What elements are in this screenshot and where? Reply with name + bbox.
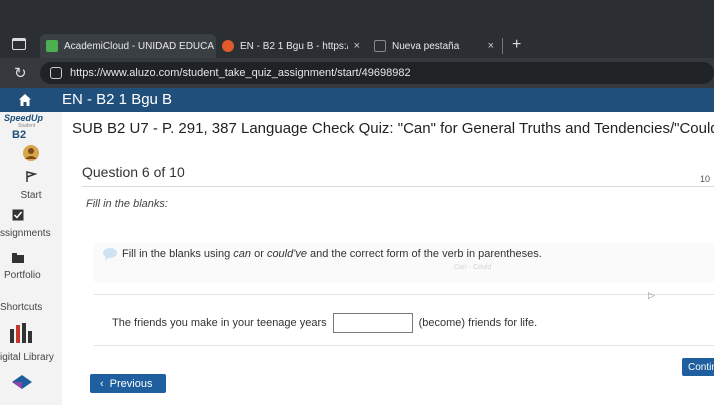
sentence-before: The friends you make in your teenage yea… [112, 317, 327, 329]
directions-text: Fill in the blanks using can or could've… [122, 248, 542, 260]
site-favicon-icon [222, 40, 234, 52]
sidebar-item-assignments[interactable]: ssignments [0, 208, 62, 239]
close-tab-icon[interactable]: × [482, 40, 494, 52]
tab-title: Nueva pestaña [392, 40, 460, 52]
sidebar-item-label: Shortcuts [0, 302, 43, 313]
new-tab-favicon-icon [374, 40, 386, 52]
chevron-left-icon: ‹ [100, 377, 104, 390]
url-text: https://www.aluzo.com/student_take_quiz_… [70, 67, 411, 79]
course-title: EN - B2 1 Bgu B [62, 91, 173, 108]
watermark-text: Can - Could [454, 264, 492, 271]
sidebar-item-start[interactable]: Start [0, 170, 62, 201]
app-header: EN - B2 1 Bgu B [0, 88, 714, 112]
directions-couldve: could've [266, 248, 307, 260]
instruction-text: Fill in the blanks: [86, 198, 168, 210]
logo-level: B2 [12, 129, 27, 141]
directions-or: or [251, 248, 267, 260]
quiz-title: SUB B2 U7 - P. 291, 387 Language Check Q… [72, 120, 714, 137]
tab-separator [502, 38, 503, 54]
previous-button[interactable]: ‹ Previous [90, 374, 166, 393]
previous-label: Previous [109, 377, 153, 390]
browser-tab-en-b2[interactable]: EN - B2 1 Bgu B - https://www.alu × [216, 34, 366, 58]
sentence: The friends you make in your teenage yea… [112, 313, 537, 333]
sidebar-item-shortcuts[interactable]: Shortcuts [0, 302, 62, 348]
new-tab-icon[interactable]: + [512, 36, 521, 54]
sidebar: SpeedUp Student B2 Start ssignments Port… [0, 112, 62, 405]
sidebar-item-digital-library[interactable]: igital Library [0, 352, 62, 394]
browser-tab-academicloud[interactable]: AcademiCloud - UNIDAD EDUCA × [40, 34, 216, 58]
directions-post: and the correct form of the verb in pare… [306, 248, 542, 260]
speedup-logo[interactable]: SpeedUp Student B2 [4, 114, 58, 146]
quiz-main: SUB B2 U7 - P. 291, 387 Language Check Q… [62, 112, 714, 405]
book-icon [12, 375, 32, 389]
sidebar-item-label: igital Library [0, 352, 54, 363]
sidebar-avatar[interactable] [0, 144, 62, 167]
lock-icon [50, 67, 62, 79]
address-bar-row: ↻ https://www.aluzo.com/student_take_qui… [0, 58, 714, 88]
directions-can: can [233, 248, 252, 260]
browser-tab-nueva-pestana[interactable]: Nueva pestaña × [368, 34, 500, 58]
folder-icon [12, 253, 24, 263]
sidebar-item-label: ssignments [0, 228, 51, 239]
directions-box: Fill in the blanks using can or could've… [94, 242, 714, 282]
tab-title: EN - B2 1 Bgu B - https://www.alu [240, 40, 348, 52]
browser-tab-bar: AcademiCloud - UNIDAD EDUCA × EN - B2 1 … [0, 0, 714, 58]
logo-name: SpeedUp [4, 113, 44, 123]
sidebar-item-label: Portfolio [4, 270, 41, 281]
sidebar-item-portfolio[interactable]: Portfolio [0, 250, 62, 281]
reload-icon[interactable]: ↻ [14, 64, 27, 82]
tab-title: AcademiCloud - UNIDAD EDUCA [64, 40, 215, 52]
question-counter: Question 6 of 10 [82, 164, 185, 180]
continue-button[interactable]: Contin [682, 358, 714, 376]
flag-icon [26, 171, 38, 182]
avatar-icon [23, 145, 39, 161]
sentence-area: The friends you make in your teenage yea… [94, 294, 714, 346]
bars-icon [10, 323, 32, 343]
window-icon[interactable] [12, 38, 26, 50]
url-bar[interactable]: https://www.aluzo.com/student_take_quiz_… [40, 62, 714, 84]
sidebar-item-label: Start [20, 190, 42, 201]
sentence-after: (become) friends for life. [418, 317, 538, 329]
answer-blank-input[interactable] [332, 313, 413, 333]
checkbox-icon [12, 209, 24, 221]
page-count: 10 [699, 174, 710, 184]
divider [82, 186, 714, 187]
home-icon[interactable] [18, 93, 32, 107]
academicloud-favicon-icon [46, 40, 58, 52]
speech-bubble-icon [103, 248, 117, 261]
close-tab-icon[interactable]: × [348, 40, 360, 52]
directions-pre: Fill in the blanks using [122, 248, 234, 260]
mouse-cursor-icon: ▷ [648, 290, 655, 300]
